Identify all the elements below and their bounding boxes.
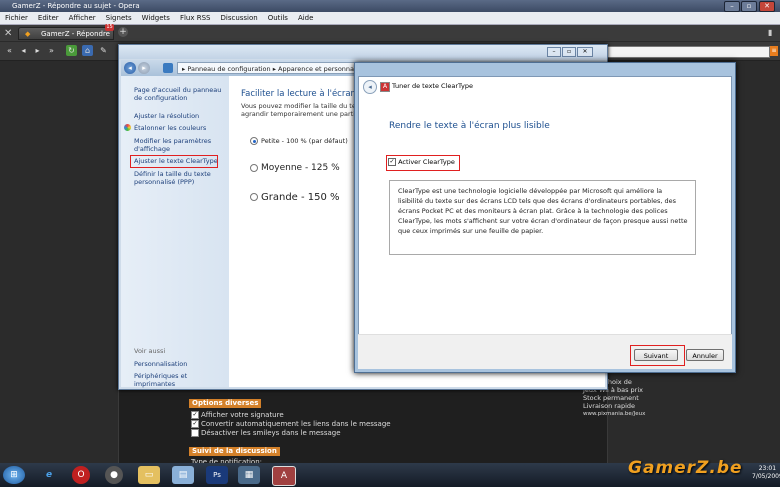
menu-bar: Fichier Editer Afficher Signets Widgets Flux … — [0, 12, 780, 25]
size-small-label: Petite - 100 % (par défaut) — [261, 137, 348, 145]
checkbox-checked-icon: ✓ — [191, 411, 199, 419]
control-panel-taskbar-icon[interactable]: ▦ — [238, 466, 260, 484]
tab-gamerz[interactable]: ◆ GamerZ - Répondre au... 15 — [18, 24, 114, 51]
cp-minimize-button[interactable]: – — [547, 47, 561, 57]
size-large-label: Grande - 150 % — [261, 192, 340, 203]
sidebar-link-display-settings[interactable]: Modifier les paramètres d'affichage — [134, 137, 226, 153]
see-also-label: Voir aussi — [134, 347, 166, 355]
back-icon[interactable]: ◂ — [18, 45, 29, 56]
edit-icon[interactable]: ✎ — [98, 45, 109, 56]
photoshop-icon[interactable]: Ps — [206, 466, 228, 484]
control-panel-sidebar: Page d'accueil du panneau de configurati… — [121, 76, 229, 388]
radio-empty-icon — [250, 193, 258, 201]
media-player-icon[interactable]: ● — [105, 466, 123, 484]
main-description-1: Vous pouvez modifier la taille du texte … — [241, 102, 373, 110]
cleartype-taskbar-icon[interactable]: A — [272, 466, 296, 486]
cleartype-description: ClearType est une technologie logicielle… — [389, 180, 696, 255]
checkbox-checked-icon: ✓ — [191, 420, 199, 428]
follow-section-header: Suivi de la discussion — [189, 447, 280, 456]
control-panel-titlebar: – ▫ ✕ — [119, 45, 607, 59]
forward-icon[interactable]: ▸ — [32, 45, 43, 56]
size-large-radio[interactable]: Grande - 150 % — [250, 192, 340, 203]
clock-date: 7/05/2009 — [752, 473, 780, 480]
sidebar-home-link[interactable]: Page d'accueil du panneau de configurati… — [134, 86, 226, 102]
smileys-label: Désactiver les smileys dans le message — [201, 429, 341, 437]
menu-aide[interactable]: Aide — [293, 12, 318, 24]
watermark: GamerZ.be — [628, 458, 743, 478]
next-highlight-box — [630, 345, 685, 366]
smileys-checkbox[interactable]: Désactiver les smileys dans le message — [191, 429, 341, 438]
checkbox-empty-icon — [191, 429, 199, 437]
fast-forward-icon[interactable]: » — [46, 45, 57, 56]
dialog-heading: Rendre le texte à l'écran plus lisible — [389, 121, 550, 131]
clock[interactable]: 23:01 7/05/2009 — [752, 465, 780, 481]
cp-maximize-button[interactable]: ▫ — [562, 47, 576, 57]
notepad-icon[interactable]: ▤ — [172, 466, 194, 484]
tools-icon[interactable]: ✕ — [4, 28, 12, 39]
color-wheel-icon — [124, 124, 131, 131]
trash-icon[interactable]: ▮ — [768, 28, 772, 37]
dialog-caption — [357, 65, 733, 75]
tab-bar: ✕ ◆ GamerZ - Répondre au... 15 + ▮ — [0, 24, 780, 51]
cleartype-highlight-box — [130, 155, 218, 168]
cancel-button[interactable]: Annuler — [686, 349, 724, 361]
main-heading: Faciliter la lecture à l'écran — [241, 89, 356, 99]
clock-time: 23:01 — [758, 465, 777, 472]
radio-selected-icon — [250, 137, 258, 145]
sidebar-link-personalization[interactable]: Personnalisation — [134, 360, 187, 368]
start-button-icon[interactable]: ⊞ — [3, 466, 25, 484]
sidebar-link-resolution[interactable]: Ajuster la résolution — [134, 112, 199, 120]
minimize-button[interactable]: – — [724, 1, 740, 12]
rewind-icon[interactable]: « — [4, 45, 15, 56]
reload-icon[interactable]: ↻ — [66, 45, 77, 56]
gamerz-favicon-icon: ◆ — [25, 30, 31, 38]
dialog-body: ◂ A Tuner de texte ClearType Rendre le t… — [358, 76, 732, 369]
sidebar-link-dpi[interactable]: Définir la taille du texte personnalisé … — [134, 170, 226, 186]
options-section-header: Options diverses — [189, 399, 262, 408]
menu-afficher[interactable]: Afficher — [64, 12, 101, 24]
sidebar-link-colors[interactable]: Étalonner les couleurs — [134, 124, 206, 132]
opera-icon[interactable]: O — [72, 466, 90, 484]
menu-discussion[interactable]: Discussion — [215, 12, 262, 24]
search-input[interactable] — [606, 46, 770, 58]
menu-flux-rss[interactable]: Flux RSS — [175, 12, 216, 24]
size-medium-radio[interactable]: Moyenne - 125 % — [250, 163, 340, 173]
ad-url: www.pixmania.be/Jeux — [583, 411, 646, 417]
forum-reply-panel: Options diverses ✓ Afficher votre signatu… — [118, 384, 608, 466]
signature-checkbox[interactable]: ✓ Afficher votre signature — [191, 411, 284, 420]
control-panel-icon — [163, 63, 173, 73]
back-arrow-icon[interactable]: ◂ — [124, 62, 136, 74]
forward-arrow-icon[interactable]: ▸ — [138, 62, 150, 74]
checkbox-highlight-box — [386, 155, 460, 171]
size-small-radio[interactable]: Petite - 100 % (par défaut) — [250, 137, 348, 145]
cp-close-button[interactable]: ✕ — [577, 47, 593, 57]
rss-icon[interactable]: ≡ — [770, 46, 778, 56]
window-title: GamerZ - Répondre au sujet - Opera — [12, 2, 140, 10]
explorer-folder-icon[interactable]: ▭ — [138, 466, 160, 484]
maximize-button[interactable]: ▫ — [741, 1, 757, 12]
signature-label: Afficher votre signature — [201, 411, 284, 419]
sidebar-link-devices[interactable]: Périphériques et imprimantes — [134, 372, 229, 388]
radio-empty-icon — [250, 163, 258, 172]
auto-links-checkbox[interactable]: ✓ Convertir automatiquement les liens dan… — [191, 420, 391, 429]
browser-titlebar: GamerZ - Répondre au sujet - Opera – ▫ ✕ — [0, 0, 780, 12]
size-medium-label: Moyenne - 125 % — [261, 163, 340, 173]
cleartype-dialog: ◂ A Tuner de texte ClearType Rendre le t… — [354, 62, 736, 373]
auto-links-label: Convertir automatiquement les liens dans… — [201, 420, 391, 428]
dialog-footer: Suivant Annuler — [358, 334, 732, 369]
menu-fichier[interactable]: Fichier — [0, 12, 33, 24]
home-icon[interactable]: ⌂ — [82, 45, 93, 56]
internet-explorer-icon[interactable]: e — [38, 466, 60, 484]
dialog-back-icon[interactable]: ◂ — [363, 80, 377, 94]
menu-signets[interactable]: Signets — [101, 12, 137, 24]
dialog-title: Tuner de texte ClearType — [392, 82, 473, 90]
close-button[interactable]: ✕ — [759, 1, 775, 12]
tab-badge: 15 — [105, 24, 114, 31]
new-tab-icon[interactable]: + — [118, 27, 128, 37]
menu-outils[interactable]: Outils — [263, 12, 293, 24]
menu-editer[interactable]: Editer — [33, 12, 64, 24]
menu-widgets[interactable]: Widgets — [137, 12, 175, 24]
cleartype-app-icon: A — [380, 82, 390, 92]
main-description-2: agrandir temporairement une partie de — [241, 110, 370, 118]
